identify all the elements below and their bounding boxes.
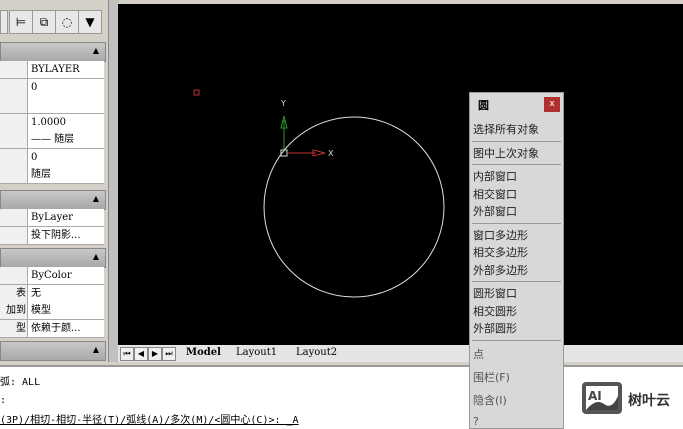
properties-toolbar: ⊨ ⧉ ◌ ▼ [0,8,108,36]
menu-title: 圆 [478,99,489,112]
menu-item[interactable]: 相交圆形 [473,303,517,319]
property-label [0,131,26,148]
ucs-y-label: Y [280,99,286,108]
property-label [0,166,26,183]
property-value[interactable] [27,96,104,113]
property-row[interactable]: 表无 [0,284,104,303]
toolbar-edge [0,10,8,34]
command-history-1: 弧: ALL [0,377,41,388]
menu-separator [472,164,561,165]
menu-item[interactable]: ? [473,415,479,428]
command-history-2: : [0,395,7,406]
property-row[interactable]: 0 [0,148,104,167]
toggle-pickadd-icon[interactable]: ◌ [55,10,79,34]
property-value[interactable]: 0 [27,148,104,166]
ucs-x-label: X [328,149,334,158]
property-row[interactable]: 加到 模型 [0,302,104,320]
filter-icon[interactable]: ▼ [78,10,102,34]
menu-titlebar: 圆 x [470,93,563,115]
menu-item[interactable]: 点 [473,346,484,362]
select-objects-icon[interactable]: ⧉ [32,10,56,34]
collapse-icon[interactable]: ▲ [93,46,99,55]
menu-item[interactable]: 外部圆形 [473,320,517,336]
property-label [0,227,26,244]
section-general-header[interactable]: ▲ [0,42,106,62]
menu-separator [472,339,561,341]
property-row[interactable]: ByColor [0,267,104,285]
menu-item[interactable]: 外部窗口 [473,203,517,219]
property-value[interactable]: ByColor [27,267,104,284]
close-icon[interactable]: x [544,97,560,112]
property-value[interactable]: 1.0000 [27,113,104,131]
svg-text:AI: AI [588,389,602,403]
tab-layout2[interactable]: Layout2 [296,347,337,358]
menu-separator [472,140,561,142]
first-tab-button[interactable]: ⏮ [120,347,134,361]
property-label [0,61,26,78]
menu-separator [472,222,561,224]
property-row[interactable]: ByLayer [0,209,104,227]
watermark: AI 树叶云 [580,380,680,416]
tab-model[interactable]: Model [186,347,221,358]
watermark-text: 树叶云 [628,393,670,409]
menu-item[interactable]: 图中上次对象 [473,145,539,161]
property-value[interactable]: 依赖于颜... [27,319,104,337]
ai-logo-icon: AI [582,382,622,414]
collapse-icon[interactable]: ▲ [93,194,99,203]
property-value[interactable]: 模型 [27,302,104,319]
menu-item[interactable]: 隐含(I) [473,392,507,408]
property-label [0,267,26,284]
property-label: 型 [16,322,26,334]
section-view-header[interactable]: ▲ [0,341,106,361]
property-row[interactable]: 随层 [0,166,104,184]
circle-entity[interactable] [263,116,445,298]
menu-item[interactable]: 相交窗口 [473,186,517,202]
property-label: 表 [16,287,26,299]
menu-item[interactable]: 选择所有对象 [473,121,539,137]
drawing-canvas[interactable]: Y X [118,4,683,345]
collapse-icon[interactable]: ▲ [93,345,99,354]
drawing: Y X [193,89,445,298]
menu-item[interactable]: 外部多边形 [473,262,528,278]
last-tab-button[interactable]: ⏭ [162,347,176,361]
property-value[interactable]: 0 [27,78,104,96]
grip-marker [193,89,200,96]
property-value[interactable]: BYLAYER [27,61,104,78]
quick-select-icon[interactable]: ⊨ [9,10,33,34]
section-3d-header[interactable]: ▲ [0,190,106,210]
property-value[interactable]: ByLayer [27,209,104,226]
layout-tabs: ⏮ ◀ ▶ ⏭ Model Layout1 Layout2 [118,345,683,362]
tab-layout1[interactable]: Layout1 [236,347,277,358]
menu-item[interactable]: 围栏(F) [473,369,510,385]
menu-item[interactable]: 圆形窗口 [473,285,517,301]
property-row[interactable]: —— 随层 [0,131,104,149]
prev-tab-button[interactable]: ◀ [134,347,148,361]
property-label [0,96,26,113]
next-tab-button[interactable]: ▶ [148,347,162,361]
property-row[interactable] [0,96,104,114]
property-value[interactable]: 投下阴影... [27,226,104,244]
property-row[interactable]: 0 [0,78,104,97]
property-label [0,149,26,166]
property-value[interactable]: —— 随层 [27,131,104,148]
property-label [0,79,26,96]
property-row[interactable]: 投下阴影... [0,226,104,245]
selection-context-menu: 圆 x 选择所有对象 图中上次对象 内部窗口相交窗口 外部窗口窗口多边形 相交多边形外部… [469,92,564,429]
section-plot-header[interactable]: ▲ [0,248,106,268]
property-label [0,114,26,131]
property-label: 加到 [6,305,26,316]
property-value[interactable]: 无 [27,284,104,302]
property-row[interactable]: 型依赖于颜... [0,319,104,338]
menu-item[interactable]: 内部窗口 [473,168,517,184]
property-value[interactable]: 随层 [27,166,104,183]
command-prompt: (3P)/相切-相切-半径(T)/弧线(A)/多次(M)/<圆中心(C)>: _… [0,415,299,426]
collapse-icon[interactable]: ▲ [93,252,99,261]
property-label [0,209,26,226]
properties-panel: ⊨ ⧉ ◌ ▼ ▲ BYLAYER 0 1.0000 —— 随层 0 随层 ▲ ByLay… [0,0,108,362]
property-row[interactable]: 1.0000 [0,113,104,132]
menu-separator [472,281,561,282]
property-row[interactable]: BYLAYER [0,61,104,79]
menu-item[interactable]: 相交多边形 [473,244,528,260]
menu-item[interactable]: 窗口多边形 [473,227,528,243]
